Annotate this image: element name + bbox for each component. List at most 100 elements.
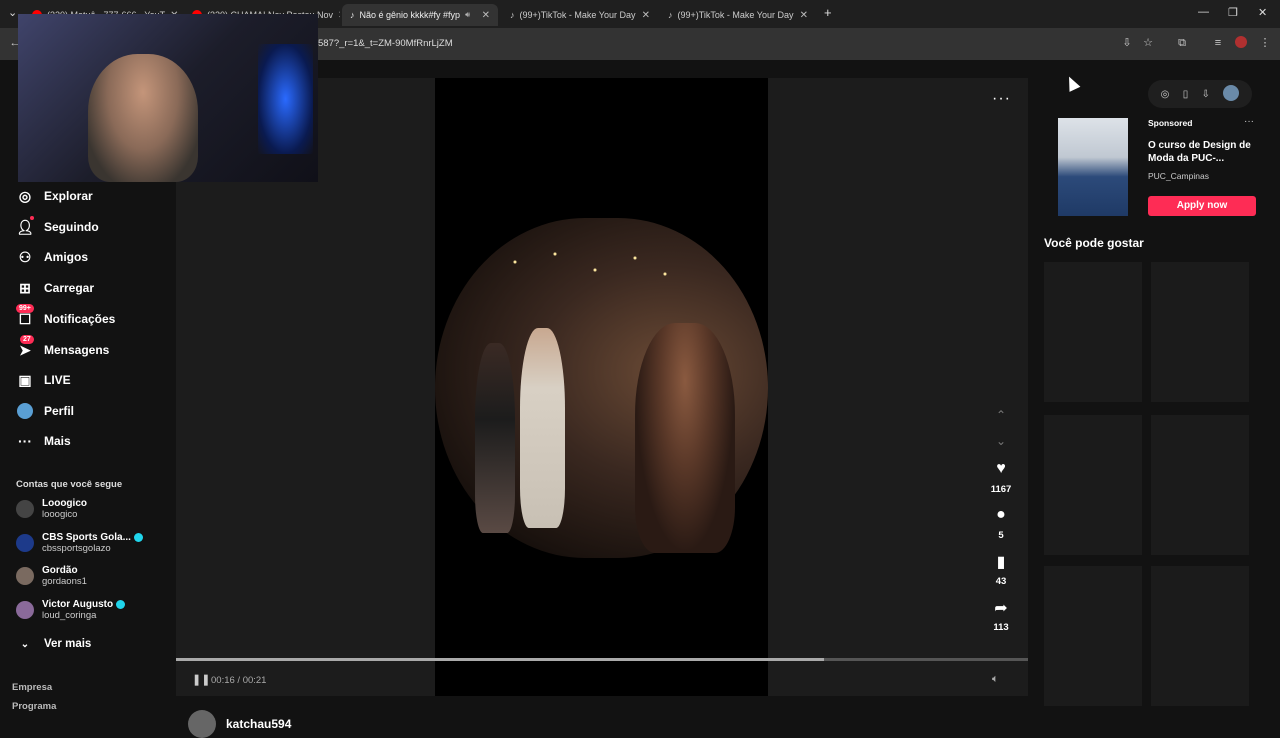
sidebar-item-mensagens[interactable]: ➤ 27 Mensagens (16, 335, 110, 361)
like-count: 1167 (990, 484, 1012, 495)
tab-title: Não é gênio kkkk#fy #fyp (359, 10, 461, 20)
sidebar-item-notificacoes[interactable]: ☐ 99+ Notificações (16, 304, 115, 330)
author-avatar[interactable] (188, 710, 216, 738)
compass-icon: ◎ (18, 187, 32, 204)
notification-badge: 99+ (16, 304, 34, 313)
device-icon[interactable]: ▯ (1183, 89, 1189, 100)
close-tab-icon[interactable]: ✕ (642, 10, 650, 21)
following-account[interactable]: CBS Sports Gola... cbssportsgolazo (16, 532, 143, 554)
avatar (16, 601, 34, 619)
volume-icon[interactable]: 🔈︎ (992, 673, 999, 686)
tiktok-favicon-icon: ♪ (668, 10, 673, 20)
save-button[interactable]: ▮ 43 (986, 552, 1016, 587)
browser-tab-3-active[interactable]: ♪ Não é gênio kkkk#fy #fyp 🔊︎ ✕ (342, 4, 498, 26)
following-section-title: Contas que você segue (16, 479, 123, 490)
account-name: Gordão (42, 565, 78, 576)
ad-more-icon[interactable]: ··· (1244, 116, 1254, 127)
sidebar-item-label: Mensagens (44, 343, 110, 357)
following-account[interactable]: Victor Augusto loud_coringa (16, 599, 126, 621)
minimize-icon[interactable]: — (1198, 6, 1209, 18)
browser-menu-icon[interactable]: ⋮ (1258, 36, 1272, 50)
account-name: Victor Augusto (42, 599, 126, 610)
author-username[interactable]: katchau594 (226, 717, 291, 731)
suggested-video-card[interactable] (1151, 566, 1249, 706)
messages-badge: 27 (20, 335, 34, 344)
suggested-video-card[interactable] (1044, 415, 1142, 555)
more-options-icon[interactable]: ··· (992, 90, 1011, 108)
sidebar-item-label: Carregar (44, 281, 95, 295)
save-count: 43 (995, 576, 1007, 587)
see-more-button[interactable]: ⌄ Ver mais (16, 633, 92, 655)
video-content (435, 218, 768, 558)
sidebar-item-mais[interactable]: ··· Mais (16, 430, 71, 452)
ad-title[interactable]: O curso de Design de Moda da PUC-... (1148, 139, 1258, 165)
user-avatar[interactable] (1223, 84, 1240, 104)
heart-icon: ♥ (996, 460, 1006, 477)
following-account[interactable]: Looogico looogico (16, 498, 87, 520)
compass-icon[interactable]: ◎ (1161, 89, 1170, 100)
scroll-up-button[interactable]: ⌃ (986, 408, 1016, 426)
new-tab-button[interactable]: + (824, 5, 832, 20)
install-app-icon[interactable]: ⇩ (1120, 36, 1134, 50)
download-icon[interactable]: ⇩ (1202, 89, 1210, 100)
video-frame[interactable] (435, 78, 768, 696)
verified-icon (133, 533, 143, 542)
suggested-video-card[interactable] (1044, 262, 1142, 402)
following-account[interactable]: Gordão gordaons1 (16, 565, 87, 587)
audio-playing-icon[interactable]: 🔊︎ (465, 10, 470, 20)
tab-search-icon[interactable]: ⌄ (8, 6, 17, 19)
chevron-up-icon: ⌃ (995, 408, 1007, 422)
account-name-text: Victor Augusto (42, 599, 114, 610)
close-tab-icon[interactable]: ✕ (482, 10, 490, 21)
close-window-icon[interactable]: ✕ (1258, 6, 1267, 19)
upload-icon: ⊞ (19, 279, 31, 296)
ad-thumbnail[interactable] (1058, 118, 1128, 216)
sidebar-item-carregar[interactable]: ⊞ Carregar (16, 277, 94, 299)
close-tab-icon[interactable]: ✕ (800, 10, 808, 21)
string-lights (495, 238, 695, 318)
sidebar-item-perfil[interactable]: Perfil (16, 400, 74, 422)
person-figure (475, 343, 515, 533)
following-icon: 👤︎ (16, 216, 34, 236)
suggested-video-card[interactable] (1044, 566, 1142, 706)
avatar (16, 567, 34, 585)
inbox-icon: ☐ 99+ (16, 304, 34, 328)
right-panel: ◎ ▯ ⇩ Sponsored ··· O curso de Design de… (1028, 60, 1280, 720)
share-button[interactable]: ➦ 113 (986, 598, 1016, 633)
bookmark-star-icon[interactable]: ☆ (1141, 36, 1155, 50)
chevron-down-icon: ⌄ (995, 434, 1007, 448)
extensions-icon[interactable]: ⧉ (1175, 36, 1189, 50)
restore-icon[interactable]: ❐ (1228, 6, 1238, 19)
sidebar-item-label: Seguindo (44, 220, 99, 234)
browser-tab-4[interactable]: ♪ (99+)TikTok - Make Your Day ✕ (502, 4, 658, 26)
account-name-text: CBS Sports Gola... (42, 532, 131, 543)
media-control-icon[interactable]: ≡ (1211, 36, 1225, 50)
apply-now-button[interactable]: Apply now (1148, 196, 1256, 216)
comment-button[interactable]: ● 5 (986, 506, 1016, 541)
sidebar-item-label: Perfil (44, 404, 75, 418)
more-icon: ··· (18, 433, 32, 449)
suggestions-title: Você pode gostar (1044, 236, 1144, 250)
suggested-video-card[interactable] (1151, 415, 1249, 555)
suggested-video-card[interactable] (1151, 262, 1249, 402)
woman-figure (635, 323, 735, 553)
footer-link-programa[interactable]: Programa (12, 701, 56, 712)
sidebar-item-live[interactable]: ▣ LIVE (16, 369, 70, 391)
avatar (16, 534, 34, 552)
browser-tab-5[interactable]: ♪ (99+)TikTok - Make Your Day ✕ (660, 4, 816, 26)
url-field[interactable]: 587?_r=1&_t=ZM-90MfRnrLjZM (318, 38, 453, 49)
pause-icon[interactable]: ❚❚ (192, 673, 210, 686)
progress-bar[interactable] (176, 658, 1028, 661)
messages-icon: ➤ 27 (16, 335, 34, 359)
like-button[interactable]: ♥ 1167 (986, 460, 1016, 495)
share-count: 113 (993, 622, 1009, 633)
sidebar-item-amigos[interactable]: ⚇ Amigos (16, 246, 88, 268)
sidebar-item-explorar[interactable]: ◎ Explorar (16, 185, 93, 207)
close-tab-icon[interactable]: ✕ (338, 10, 340, 21)
profile-avatar-icon[interactable] (1234, 36, 1248, 50)
scroll-down-button[interactable]: ⌄ (986, 434, 1016, 452)
sidebar-item-seguindo[interactable]: 👤︎ Seguindo (16, 216, 99, 238)
man-white-figure (520, 328, 565, 528)
footer-link-empresa[interactable]: Empresa (12, 682, 52, 693)
friends-icon: ⚇ (18, 248, 32, 265)
